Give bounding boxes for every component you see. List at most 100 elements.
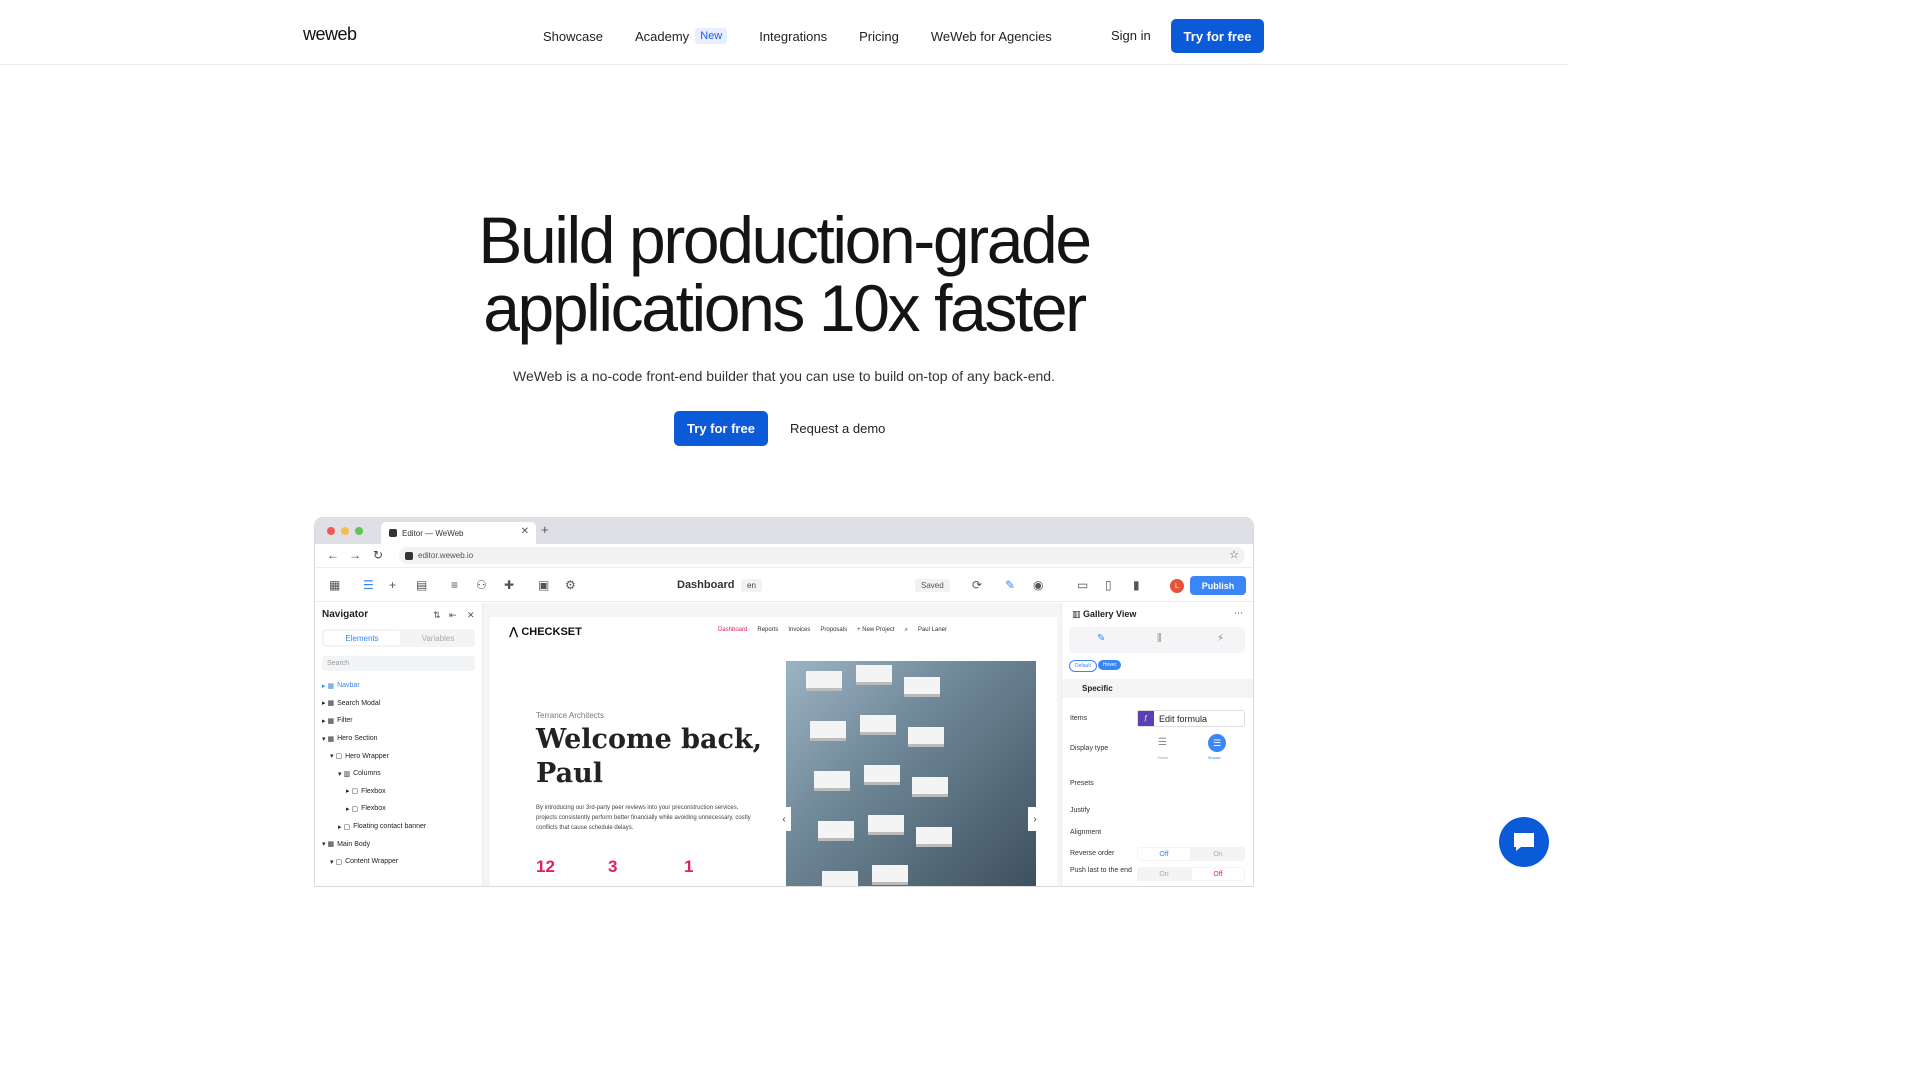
chevron-right-icon: › <box>1028 807 1042 831</box>
editor-canvas: ⋀ CHECKSET Dashboard Reports Invoices Pr… <box>483 603 1061 886</box>
signin-link[interactable]: Sign in <box>1111 28 1151 43</box>
mosaic-icon: ☰ <box>1208 734 1226 752</box>
back-arrow-icon: ← <box>327 548 339 562</box>
menu-item-pricing[interactable]: Pricing <box>859 28 899 44</box>
eye-icon: ◉ <box>1033 578 1044 592</box>
push-last-toggle: On Off <box>1137 867 1245 881</box>
reverse-order-toggle: Off On <box>1137 847 1245 861</box>
tab-variables: Variables <box>421 633 455 643</box>
justify-label: Justify <box>1070 807 1090 814</box>
try-for-free-hero-button[interactable]: Try for free <box>674 411 768 446</box>
tree-row: ▸ ▦ Filter <box>322 717 353 725</box>
menu-item-showcase[interactable]: Showcase <box>543 28 603 44</box>
push-last-label: Push last to the end <box>1070 867 1132 874</box>
tablet-icon: ▯ <box>1105 578 1112 592</box>
browser-tabbar: Editor — WeWeb ✕ + <box>315 518 1253 544</box>
pencil-icon: ✎ <box>1097 633 1106 644</box>
try-for-free-nav-button[interactable]: Try for free <box>1171 19 1264 53</box>
alignment-label: Alignment <box>1070 829 1102 836</box>
search-icon: ⌕ <box>904 627 908 633</box>
navigator-title: Navigator <box>322 609 369 620</box>
desktop-icon: ▭ <box>1077 578 1089 592</box>
tree-row: ▸ ▢ Floating contact banner <box>338 823 427 831</box>
browser-tab: Editor — WeWeb ✕ <box>381 522 536 544</box>
chat-icon <box>1514 833 1534 851</box>
navigator-tabs: Elements Variables <box>322 629 475 647</box>
apps-icon: ▦ <box>329 578 341 592</box>
sliders-icon: ⫼ <box>1157 633 1162 644</box>
tree-row: ▾ ▦ Hero Section <box>322 735 378 743</box>
saved-status: Saved <box>915 579 950 592</box>
navigator-panel: Navigator ⇅ ⇤ ✕ Elements Variables Searc… <box>315 603 483 886</box>
tree-row: ▸ ▦ Navbar <box>322 682 360 690</box>
editor-toolbar: ▦ ☰ + ▤ ≡ ⚇ ✚ ▣ ⚙ Dashboard en Saved ⟳ ✎… <box>315 569 1253 602</box>
top-navbar: weweb Showcase Academy New Integrations P… <box>0 0 1568 65</box>
state-default: Default <box>1069 660 1097 672</box>
url-field: editor.weweb.io ☆ <box>399 547 1245 564</box>
plus-icon: + <box>541 522 549 537</box>
properties-panel: ▥ Gallery View ⋯ ✎ ⫼ ⚡ Default Hover Spe… <box>1061 603 1253 886</box>
close-dot <box>327 527 335 535</box>
site-preview: ⋀ CHECKSET Dashboard Reports Invoices Pr… <box>490 617 1057 886</box>
gear-icon: ⚙ <box>565 578 576 592</box>
main-menu: Showcase Academy New Integrations Pricing… <box>543 28 1052 44</box>
users-icon: ⚇ <box>476 578 487 592</box>
site-body-text: By introducing our 3rd-party peer review… <box>536 805 751 831</box>
favicon-icon <box>389 529 397 537</box>
tree-row: ▾ ▦ Main Body <box>322 840 371 849</box>
language-select: en <box>741 579 762 592</box>
editor-screenshot: Editor — WeWeb ✕ + ← → ↻ editor.weweb.io… <box>314 517 1254 887</box>
avatar: L <box>1170 579 1184 593</box>
layers-icon: ☰ <box>363 578 374 592</box>
tree-row: ▸ ▢ Flexbox <box>346 787 386 796</box>
request-demo-link[interactable]: Request a demo <box>790 421 885 436</box>
checkset-logo: ⋀ CHECKSET <box>509 626 582 638</box>
company-label: Terrance Architects <box>536 711 605 720</box>
rows-icon: ☰ <box>1158 737 1167 748</box>
more-icon: ⋯ <box>1234 608 1243 618</box>
add-icon: + <box>389 578 397 592</box>
formula-icon: ƒ <box>1138 711 1154 726</box>
plugin-icon: ✚ <box>504 578 515 592</box>
tree-row: ▸ ▦ Search Modal <box>322 699 381 708</box>
mobile-icon: ▮ <box>1133 578 1140 592</box>
edit-formula-field: ƒ Edit formula <box>1137 710 1245 727</box>
maximize-dot <box>355 527 363 535</box>
reload-icon: ↻ <box>373 548 384 562</box>
menu-item-academy[interactable]: Academy New <box>635 28 728 44</box>
terminal-icon: ▣ <box>538 578 550 592</box>
favicon-icon <box>405 551 413 560</box>
new-badge: New <box>695 28 728 44</box>
sync-icon: ⟳ <box>972 578 983 592</box>
tree-row: ▾ ▢ Content Wrapper <box>330 858 399 866</box>
publish-button: Publish <box>1190 576 1246 595</box>
database-icon: ≡ <box>451 578 459 592</box>
chat-widget-button[interactable] <box>1499 817 1549 867</box>
specific-section: Specific <box>1062 679 1253 698</box>
menu-item-integrations[interactable]: Integrations <box>759 28 827 44</box>
welcome-heading: Welcome back, Paul <box>536 724 763 789</box>
weweb-logo[interactable]: weweb <box>303 24 357 45</box>
pencil-icon: ✎ <box>1005 578 1016 592</box>
page-name: Dashboard <box>677 579 735 591</box>
menu-item-agencies[interactable]: WeWeb for Agencies <box>931 28 1052 44</box>
state-hover: Hover <box>1098 660 1122 670</box>
items-label: Items <box>1070 715 1088 722</box>
tab-elements: Elements <box>324 631 400 645</box>
page-icon: ▤ <box>416 578 428 592</box>
properties-tabs: ✎ ⫼ ⚡ <box>1069 627 1245 653</box>
component-title: ▥ Gallery View <box>1072 609 1137 619</box>
bolt-icon: ⚡ <box>1217 633 1225 644</box>
tree-row: ▸ ▢ Flexbox <box>346 805 386 813</box>
address-bar: ← → ↻ editor.weweb.io ☆ <box>315 544 1253 568</box>
close-icon: ✕ <box>467 610 475 620</box>
tree-row: ▾ ▢ Hero Wrapper <box>330 752 389 761</box>
reverse-order-label: Reverse order <box>1070 850 1115 857</box>
presets-label: Presets <box>1070 780 1094 787</box>
minimize-dot <box>341 527 349 535</box>
sort-icon: ⇅ <box>433 610 441 620</box>
hero-title: Build production-grade applications 10x … <box>478 203 1092 345</box>
building-photo <box>786 661 1036 886</box>
chevron-left-icon: ‹ <box>777 807 791 831</box>
stat-value: 12 <box>536 857 555 876</box>
